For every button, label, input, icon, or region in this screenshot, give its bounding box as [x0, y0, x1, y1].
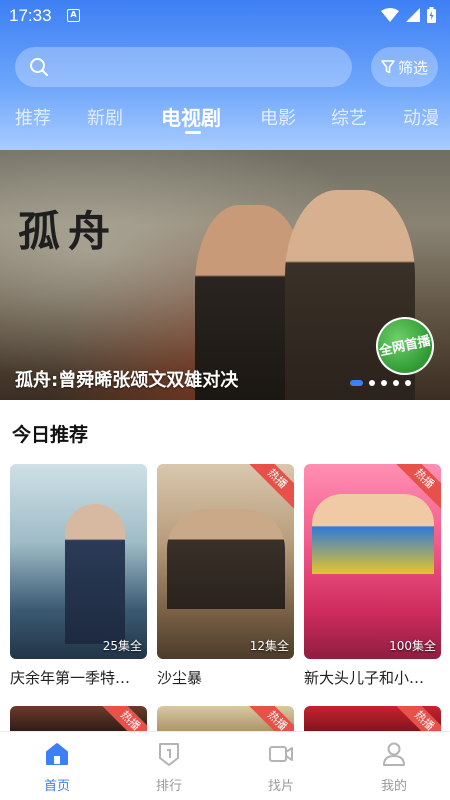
user-icon [383, 742, 405, 766]
episode-count: 100集全 [389, 639, 436, 653]
status-time: 17:33 [9, 6, 52, 25]
bottom-navigation: 首页 排行 找片 我的 [0, 731, 450, 800]
header: 17:33 A 筛选 推荐 新剧 电视剧 电影 综艺 动漫 [0, 0, 450, 150]
carousel-dot [405, 380, 411, 386]
poster-image: 热播 12集全 [157, 464, 294, 659]
tab-variety[interactable]: 综艺 [331, 104, 367, 130]
poster-figure [65, 504, 125, 644]
app-screen: 17:33 A 筛选 推荐 新剧 电视剧 电影 综艺 动漫 孤舟 全网首播 孤舟… [0, 0, 450, 800]
status-icons [381, 7, 436, 23]
banner-title-art: 孤舟 [18, 207, 119, 256]
nav-home[interactable]: 首页 [27, 740, 87, 794]
banner-carousel[interactable]: 孤舟 全网首播 孤舟:曾舜晞张颂文双雄对决 [0, 150, 450, 400]
ranking-icon [159, 743, 179, 766]
nav-find[interactable]: 找片 [251, 740, 311, 794]
home-icon [46, 743, 68, 765]
wifi-icon [381, 8, 399, 22]
carousel-dot [350, 380, 363, 386]
nav-profile[interactable]: 我的 [364, 740, 424, 794]
status-notification-icon: A [67, 9, 80, 22]
battery-icon [427, 7, 436, 23]
nav-label: 找片 [267, 779, 294, 794]
carousel-indicator [350, 380, 411, 386]
nav-label: 首页 [43, 779, 70, 794]
poster-figures [312, 494, 434, 574]
nav-label: 排行 [155, 779, 182, 794]
poster-figures [167, 509, 285, 609]
poster-image: 25集全 [10, 464, 147, 659]
nav-label: 我的 [380, 779, 407, 794]
tab-new-series[interactable]: 新剧 [87, 104, 123, 130]
episode-count: 12集全 [249, 639, 289, 653]
tab-anime[interactable]: 动漫 [403, 104, 439, 130]
carousel-dot [393, 380, 399, 386]
tab-tv-series[interactable]: 电视剧 [161, 102, 221, 131]
show-card-partial[interactable]: 热播 [157, 706, 294, 734]
tab-recommend[interactable]: 推荐 [15, 104, 51, 130]
carousel-dot [369, 380, 375, 386]
hot-badge: 热播 [245, 706, 294, 734]
show-title: 庆余年第一季特… [10, 669, 131, 687]
signal-icon [406, 8, 420, 22]
show-card-partial[interactable]: 热播 [304, 706, 441, 734]
tab-movie[interactable]: 电影 [260, 104, 296, 130]
active-tab-indicator [185, 131, 201, 134]
nav-ranking[interactable]: 排行 [139, 740, 199, 794]
poster-image: 热播 100集全 [304, 464, 441, 659]
category-tabs: 推荐 新剧 电视剧 电影 综艺 动漫 [0, 98, 450, 138]
show-title: 沙尘暴 [157, 669, 203, 687]
filter-label: 筛选 [397, 58, 428, 77]
section-title: 今日推荐 [12, 424, 89, 446]
banner-caption: 孤舟:曾舜晞张颂文双雄对决 [15, 370, 239, 391]
carousel-dot [381, 380, 387, 386]
status-bar: 17:33 A [0, 0, 450, 32]
show-card[interactable]: 热播 100集全 新大头儿子和小… [304, 464, 441, 688]
hot-badge: 热播 [392, 706, 441, 734]
show-card[interactable]: 热播 12集全 沙尘暴 [157, 464, 294, 688]
show-title: 新大头儿子和小… [304, 669, 425, 687]
show-card[interactable]: 25集全 庆余年第一季特… [10, 464, 147, 688]
hot-badge: 热播 [98, 706, 147, 734]
video-camera-icon [269, 746, 293, 762]
filter-icon [381, 60, 395, 74]
search-icon [30, 58, 48, 76]
hot-badge: 热播 [245, 464, 294, 511]
episode-count: 25集全 [102, 639, 142, 653]
show-card-partial[interactable]: 热播 [10, 706, 147, 734]
filter-button[interactable]: 筛选 [371, 47, 438, 87]
search-input[interactable] [15, 47, 352, 87]
